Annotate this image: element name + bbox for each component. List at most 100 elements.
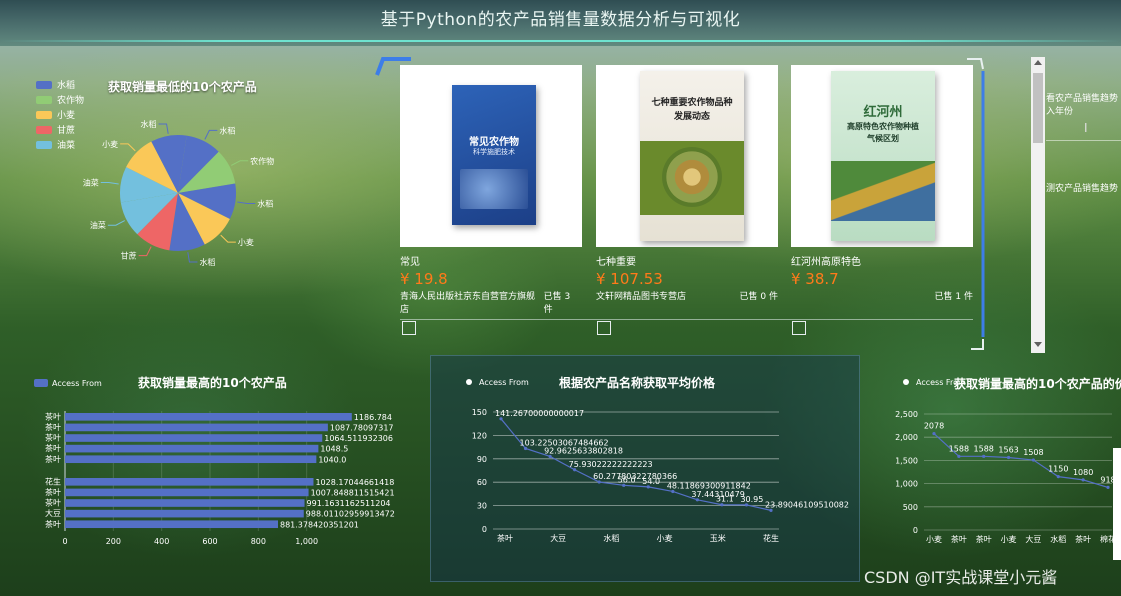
book-cover[interactable]: 常见农作物 科学施肥技术 bbox=[400, 65, 582, 247]
vertical-scrollbar[interactable] bbox=[1031, 57, 1045, 353]
y-tick-label: 90 bbox=[477, 455, 487, 464]
book-price: ¥ 38.7 bbox=[791, 270, 839, 288]
y-tick-label: 0 bbox=[482, 525, 487, 534]
avg-price-panel: Access From 根据农产品名称获取平均价格 0 30 60 90 120 150 茶叶 大… bbox=[430, 355, 860, 582]
x-tick-label: 小麦 bbox=[926, 534, 942, 544]
book-product-panel: 常见农作物 科学施肥技术 常见 ¥ 19.8 青海人民出版社京东自营官方旗舰店 … bbox=[371, 57, 985, 352]
x-tick-label: 水稻 bbox=[603, 533, 619, 543]
line-data-label: 1508 bbox=[1023, 448, 1043, 457]
bar-data-label: 1007.848811515421 bbox=[311, 488, 395, 497]
x-tick-label: 茶叶 bbox=[976, 534, 992, 544]
page-title: 基于Python的农产品销售量数据分析与可视化 bbox=[380, 10, 741, 30]
x-tick-label: 玉米 bbox=[710, 533, 726, 543]
line-data-label: 54.0 bbox=[642, 477, 660, 486]
book-name: 常见 bbox=[400, 257, 420, 268]
book-select-checkbox[interactable] bbox=[402, 321, 416, 335]
book-select-checkbox[interactable] bbox=[597, 321, 611, 335]
pie-slice-label: 水稻 bbox=[141, 119, 157, 129]
side-menu-item[interactable]: 测农产品销售趋势 bbox=[1046, 181, 1118, 194]
book-footer-divider bbox=[400, 319, 973, 320]
book-select-checkbox[interactable] bbox=[792, 321, 806, 335]
pie-label-line bbox=[237, 201, 256, 204]
book-cover-title: 常见农作物 bbox=[469, 137, 519, 148]
book-cover-seed-pattern bbox=[662, 147, 722, 207]
x-tick-label: 花生 bbox=[763, 533, 779, 543]
book-cover[interactable]: 七种重要农作物品种 发展动态 bbox=[596, 65, 778, 247]
bar-data-label: 881.378420351201 bbox=[280, 520, 359, 529]
x-tick-label: 大豆 bbox=[1025, 534, 1041, 544]
white-overlay-block bbox=[1113, 448, 1121, 560]
book-cover-art: 七种重要农作物品种 发展动态 bbox=[640, 71, 744, 241]
book-cover-art: 红河州 高原特色农作物种植 气候区划 bbox=[831, 71, 935, 241]
book-cover-title: 七种重要农作物品种 bbox=[651, 98, 733, 108]
pie-slice-label: 水稻 bbox=[219, 125, 235, 135]
x-tick-label: 400 bbox=[154, 537, 169, 546]
x-tick-label: 1,000 bbox=[295, 537, 318, 546]
x-tick-label: 茶叶 bbox=[1075, 534, 1091, 544]
book-shop-row: 青海人民出版社京东自营官方旗舰店 已售 3 件 bbox=[400, 289, 582, 315]
pie-label-line bbox=[204, 129, 218, 140]
pie-label-line bbox=[158, 123, 169, 134]
line-chart-title: 获取销量最高的10个农产品的价 bbox=[953, 376, 1121, 391]
y-tick-label: 茶叶 bbox=[45, 498, 61, 508]
y-tick-label: 茶叶 bbox=[45, 433, 61, 443]
book-sold-count: 已售 0 件 bbox=[739, 292, 778, 302]
bar bbox=[65, 413, 352, 421]
bar-data-label: 1064.511932306 bbox=[324, 434, 393, 443]
book-shop-name[interactable]: 文轩网精品图书专营店 bbox=[596, 289, 686, 302]
bar bbox=[65, 499, 305, 507]
pie-label-line bbox=[220, 234, 236, 243]
y-tick-label: 茶叶 bbox=[45, 519, 61, 529]
x-tick-label: 600 bbox=[202, 537, 217, 546]
y-tick-label: 茶叶 bbox=[45, 411, 61, 421]
y-tick-label: 1,000 bbox=[895, 480, 918, 489]
book-card[interactable]: 七种重要农作物品种 发展动态 七种重要 ¥ 107.53 文轩网精品图书专营店 … bbox=[596, 65, 778, 302]
line-point bbox=[932, 431, 936, 436]
book-sold-count: 已售 3 件 bbox=[543, 292, 571, 315]
bar bbox=[65, 423, 328, 432]
bar-data-label: 1048.5 bbox=[320, 445, 348, 454]
bar-chart-title: 获取销量最高的10个农产品 bbox=[137, 375, 287, 390]
top-sales-line-chart: Access From获取销量最高的10个农产品的价05001,0001,500… bbox=[895, 376, 1121, 544]
y-tick-label: 2,000 bbox=[895, 433, 918, 442]
scroll-thumb[interactable] bbox=[1033, 73, 1043, 143]
x-tick-label: 水稻 bbox=[1050, 534, 1066, 544]
scroll-down-arrow-icon[interactable] bbox=[1034, 342, 1042, 347]
x-tick-label: 茶叶 bbox=[497, 533, 513, 543]
pie-label-line bbox=[107, 220, 125, 226]
top-sales-panel: Access From 获取销量最高的10个农产品的价 0 500 1,000 1,500… bbox=[860, 355, 1121, 580]
pie-label-line bbox=[138, 246, 152, 257]
bar-data-label: 988.01102959913472 bbox=[306, 510, 395, 519]
pie-chart-title: 获取销量最低的10个农产品 bbox=[108, 80, 257, 94]
legend-swatch bbox=[36, 80, 52, 89]
pie-label-line bbox=[187, 252, 198, 263]
bar bbox=[65, 509, 304, 518]
line-data-label: 92.9625633802818 bbox=[544, 446, 623, 455]
book-cover[interactable]: 红河州 高原特色农作物种植 气候区划 bbox=[791, 65, 973, 247]
pie-slice-label: 水稻 bbox=[257, 198, 273, 208]
x-tick-label: 0 bbox=[62, 537, 67, 546]
bar bbox=[65, 488, 309, 497]
legend-item[interactable]: 水稻 bbox=[36, 78, 75, 91]
book-shop-row: 文轩网精品图书专营店 已售 0 件 bbox=[596, 289, 778, 302]
book-shop-name[interactable]: 青海人民出版社京东自营官方旗舰店 bbox=[400, 289, 544, 315]
book-card[interactable]: 常见农作物 科学施肥技术 常见 ¥ 19.8 青海人民出版社京东自营官方旗舰店 … bbox=[400, 65, 582, 315]
line-data-label: 1563 bbox=[998, 445, 1018, 454]
pie-slice-label: 小麦 bbox=[238, 237, 254, 247]
y-tick-label: 花生 bbox=[45, 476, 61, 486]
y-tick-label: 1,500 bbox=[895, 456, 918, 465]
pie-label-line bbox=[231, 160, 249, 166]
bar bbox=[65, 520, 278, 529]
bar-data-label: 991.1631162511204 bbox=[307, 499, 391, 508]
y-tick-label: 150 bbox=[472, 408, 487, 417]
legend-swatch bbox=[34, 379, 48, 387]
line-data-label: 1150 bbox=[1048, 465, 1068, 474]
line-data-label: 2078 bbox=[924, 422, 944, 431]
book-card[interactable]: 红河州 高原特色农作物种植 气候区划 红河州高原特色 ¥ 38.7 已售 1 件 bbox=[791, 65, 973, 302]
scroll-up-arrow-icon[interactable] bbox=[1034, 60, 1042, 65]
side-menu-item[interactable]: 看农产品销售趋势 bbox=[1046, 91, 1118, 104]
line-data-label: 56.0 bbox=[618, 475, 636, 484]
line-chart-title: 根据农产品名称获取平均价格 bbox=[559, 375, 716, 390]
line-data-label: 31.1 bbox=[716, 495, 734, 504]
line-point bbox=[1081, 478, 1085, 482]
